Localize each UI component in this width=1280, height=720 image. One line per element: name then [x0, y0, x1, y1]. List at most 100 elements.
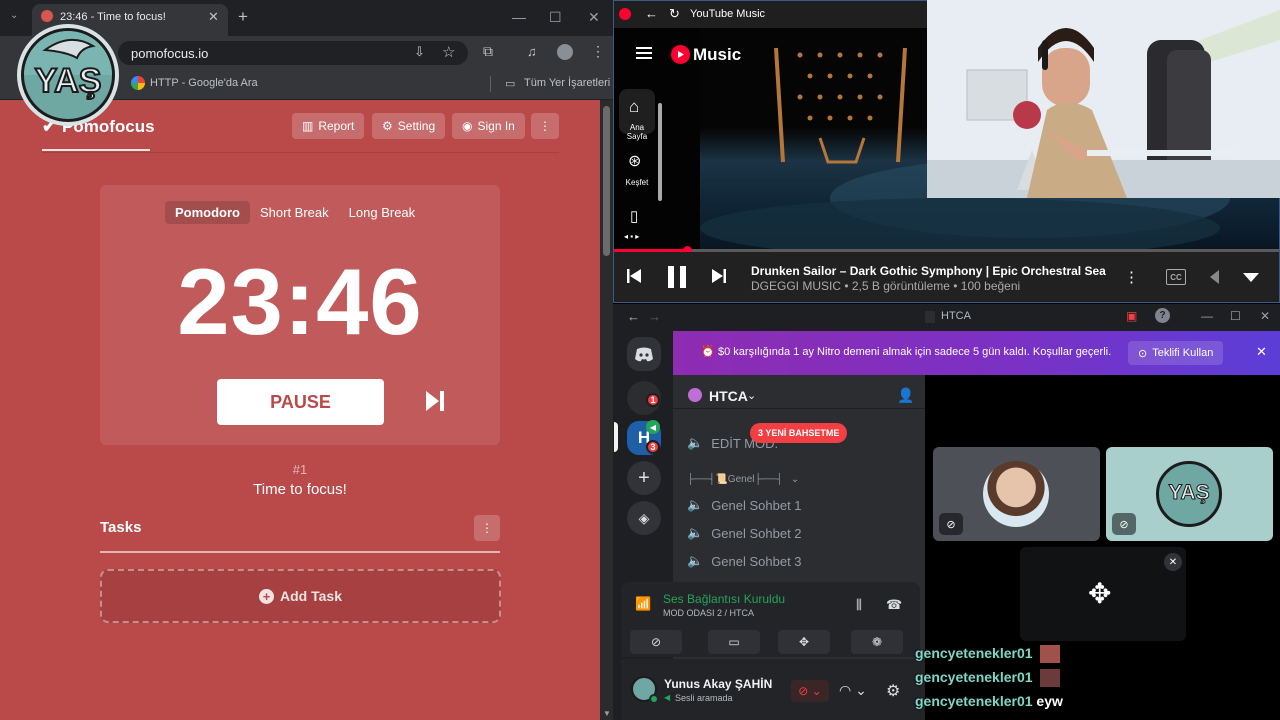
dc-close-icon[interactable]: ✕: [1260, 309, 1270, 323]
channel-genel-2[interactable]: 🔈 Genel Sohbet 2: [687, 525, 802, 541]
voice-channel-name[interactable]: MOD ODASI 2 / HTCA: [663, 608, 754, 618]
page-scrollbar-thumb[interactable]: [603, 106, 610, 256]
previous-track-icon[interactable]: [626, 268, 642, 284]
dc-back-icon[interactable]: ←: [627, 309, 640, 324]
expand-player-icon[interactable]: [1242, 272, 1260, 283]
scroll-down-arrow-icon[interactable]: ▼: [603, 709, 611, 718]
banner-close-icon[interactable]: ✕: [1256, 344, 1267, 360]
tab-search-icon[interactable]: ⌄: [10, 10, 18, 21]
extensions-icon[interactable]: ⧉: [483, 43, 493, 60]
participant-tile-2[interactable]: YAŞ ⊘: [1106, 447, 1273, 541]
channel-genel-3[interactable]: 🔈 Genel Sohbet 3: [687, 553, 802, 569]
session-count[interactable]: #1: [100, 462, 500, 477]
camera-off-button[interactable]: ⊘: [630, 630, 682, 654]
next-track-icon[interactable]: [711, 268, 727, 284]
ytm-logo-icon[interactable]: [671, 45, 690, 64]
add-server-button[interactable]: +: [627, 461, 661, 495]
pause-button[interactable]: PAUSE: [217, 379, 384, 425]
hamburger-menu-icon[interactable]: [636, 46, 652, 60]
explore-servers-icon[interactable]: ◈: [627, 501, 661, 535]
discord-home-icon[interactable]: [627, 337, 661, 371]
nitro-offer-button[interactable]: ⊙ Teklifi Kullan: [1128, 341, 1224, 365]
new-mentions-pill[interactable]: 3 YENİ BAHSETME: [750, 423, 848, 443]
nav-home[interactable]: Ana Sayfa: [619, 123, 655, 141]
dc-forward-icon[interactable]: →: [648, 309, 661, 324]
back-arrow-icon[interactable]: ←: [645, 6, 658, 21]
install-app-icon[interactable]: ⇩: [414, 44, 425, 60]
invite-people-icon[interactable]: 👤: [897, 387, 914, 404]
dc-maximize-icon[interactable]: ☐: [1230, 309, 1241, 323]
tab-pomodoro[interactable]: Pomodoro: [165, 201, 250, 224]
bookmark-all[interactable]: Tüm Yer İşaretleri: [524, 77, 610, 89]
pause-icon[interactable]: [666, 265, 688, 289]
tab-short-break[interactable]: Short Break: [250, 201, 339, 224]
dc-minimize-icon[interactable]: —: [1201, 309, 1213, 323]
webcam-feed: [927, 0, 1280, 198]
participant-logo-text: YAŞ: [1168, 481, 1210, 505]
server-dropdown-icon[interactable]: ⌄: [747, 389, 756, 402]
category-label: ├──┤📜Genel├──┤: [687, 474, 783, 485]
url-text[interactable]: pomofocus.io: [131, 46, 208, 61]
home-icon: ⌂: [629, 97, 640, 116]
speaker-icon: 🔈: [687, 553, 704, 568]
server-badge-1: 1: [646, 393, 660, 407]
tasks-menu-button[interactable]: ⋮: [474, 515, 500, 541]
activities-button[interactable]: ✥: [778, 630, 830, 654]
tab-close-icon[interactable]: ✕: [208, 9, 219, 25]
profile-avatar[interactable]: [557, 44, 573, 60]
user-name[interactable]: Yunus Akay ŞAHİN: [664, 677, 772, 691]
add-task-button[interactable]: + Add Task: [100, 569, 501, 623]
chat-msg: eyw: [1036, 693, 1063, 709]
activity-icon: ✥: [1088, 578, 1112, 609]
bookmark-star-icon[interactable]: ☆: [442, 43, 455, 61]
nav-explore[interactable]: Keşfet: [619, 178, 655, 187]
server-avatar-icon: [688, 388, 702, 402]
report-button[interactable]: ▥ Report: [292, 113, 365, 139]
activity-tile[interactable]: ✥ ✕: [1020, 547, 1186, 641]
mute-mic-button[interactable]: ⊘ ⌄: [791, 680, 829, 702]
activity-close-icon[interactable]: ✕: [1164, 553, 1182, 571]
headphones-icon[interactable]: ◠ ⌄: [839, 682, 867, 699]
channel-genel-1[interactable]: 🔈 Genel Sohbet 1: [687, 497, 802, 513]
media-control-icon[interactable]: ♫: [527, 44, 537, 59]
song-options-icon[interactable]: ⋮: [1124, 268, 1139, 286]
ytm-brand[interactable]: Music: [693, 45, 741, 65]
setting-button[interactable]: ⚙ Setting: [372, 113, 446, 139]
participant-tile-1[interactable]: ⊘: [933, 447, 1100, 541]
sidebar-more-icon[interactable]: ◂ ▪ ▸: [624, 232, 639, 241]
captions-icon[interactable]: CC: [1166, 269, 1186, 285]
online-status-dot: [649, 694, 659, 704]
help-icon[interactable]: ?: [1155, 308, 1170, 323]
volume-icon[interactable]: [1208, 269, 1220, 285]
bookmark-google[interactable]: HTTP - Google'da Ara: [150, 77, 258, 89]
chrome-menu-icon[interactable]: ⋮: [591, 43, 605, 60]
soundboard-button[interactable]: ❁: [851, 630, 903, 654]
category-genel[interactable]: ├──┤📜Genel├──┤ ⌄: [687, 474, 799, 485]
disconnect-icon[interactable]: ☎: [886, 597, 902, 613]
focus-message: Time to focus!: [253, 481, 347, 498]
more-menu-button[interactable]: ⋮: [531, 113, 559, 139]
user-settings-gear-icon[interactable]: ⚙: [886, 681, 900, 701]
header-divider: [42, 152, 559, 153]
reload-icon[interactable]: ↻: [669, 6, 680, 22]
noise-suppression-icon[interactable]: ⫼: [856, 597, 862, 613]
server-name[interactable]: HTCA: [709, 388, 748, 404]
new-tab-button[interactable]: +: [238, 7, 248, 27]
close-window-icon[interactable]: ✕: [588, 9, 600, 26]
tab-long-break[interactable]: Long Break: [339, 201, 426, 224]
report-label: Report: [318, 119, 355, 133]
skip-next-icon[interactable]: [424, 389, 446, 413]
song-title[interactable]: Drunken Sailor – Dark Gothic Symphony | …: [751, 264, 1106, 278]
screen-share-button[interactable]: ▭: [708, 630, 760, 654]
voice-status[interactable]: Ses Bağlantısı Kuruldu: [663, 592, 785, 606]
library-bookmark-icon[interactable]: ▯: [630, 207, 638, 225]
inbox-icon[interactable]: ▣: [1126, 309, 1137, 323]
gear-icon: ⚙: [382, 119, 393, 133]
compass-icon: ⊛: [628, 153, 642, 170]
minimize-icon[interactable]: —: [512, 9, 526, 25]
song-meta[interactable]: DGEGGI MUSIC • 2,5 B görüntüleme • 100 b…: [751, 279, 1020, 293]
signin-button[interactable]: ◉ Sign In: [452, 113, 525, 139]
sidebar-scrollbar[interactable]: [658, 103, 662, 201]
timer-display: 23:46: [177, 249, 423, 354]
maximize-icon[interactable]: ☐: [549, 9, 562, 26]
